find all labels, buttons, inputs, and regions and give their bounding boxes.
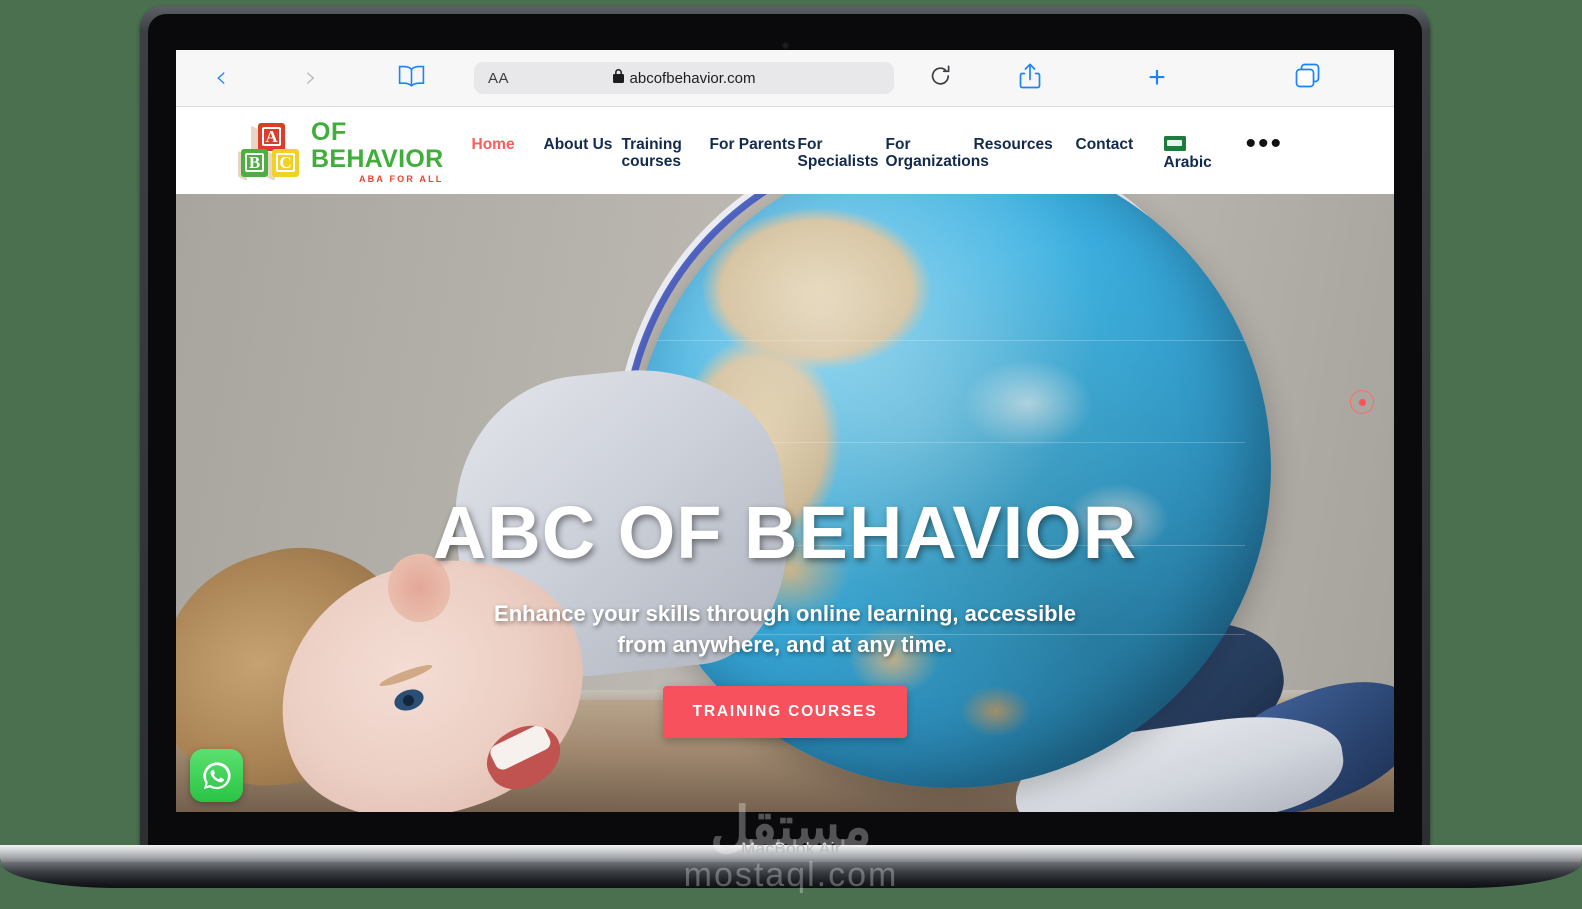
screen: ‹ › AA abcofbehavior.com + A B C OF BEHA… <box>176 50 1394 812</box>
training-courses-button[interactable]: TRAINING COURSES <box>663 686 907 738</box>
tabs-icon[interactable] <box>1232 63 1382 93</box>
forward-button[interactable]: › <box>266 63 356 93</box>
new-tab-button[interactable]: + <box>1082 63 1232 93</box>
logo-tagline: ABA FOR ALL <box>358 173 444 184</box>
url-text: abcofbehavior.com <box>629 69 756 87</box>
nav-item-for-specialists[interactable]: For Specialists <box>798 136 886 171</box>
bookmarks-icon[interactable] <box>356 65 466 92</box>
hero-content: ABC OF BEHAVIOR Enhance your skills thro… <box>176 194 1394 812</box>
language-switcher[interactable]: Arabic <box>1163 135 1246 171</box>
nav-item-about-us[interactable]: About Us <box>544 136 622 153</box>
logo-letter-a: A <box>262 127 281 147</box>
hero-section: ABC OF BEHAVIOR Enhance your skills thro… <box>176 194 1394 812</box>
abc-blocks-icon: A B C <box>238 122 306 181</box>
nav-item-for-organizations[interactable]: For Organizations <box>886 136 989 171</box>
lock-icon <box>612 69 624 87</box>
webcam-icon <box>781 42 789 49</box>
logo-line-behavior: BEHAVIOR <box>311 144 444 173</box>
logo-line-of: OF <box>311 117 347 146</box>
cursor-dot-icon <box>1350 390 1374 414</box>
main-nav: Home About Us Training courses For Paren… <box>450 128 1360 171</box>
url-bar[interactable]: AA abcofbehavior.com <box>474 62 894 94</box>
share-icon[interactable] <box>978 63 1082 94</box>
whatsapp-icon[interactable] <box>190 749 243 802</box>
logo-block-a: A <box>258 122 285 151</box>
logo-block-c: C <box>272 148 299 177</box>
laptop-mockup: ‹ › AA abcofbehavior.com + A B C OF BEHA… <box>0 0 1582 909</box>
nav-item-home[interactable]: Home <box>472 136 544 153</box>
text-size-button[interactable]: AA <box>488 70 509 87</box>
language-label: Arabic <box>1163 153 1212 171</box>
nav-item-for-parents[interactable]: For Parents <box>710 136 798 153</box>
hero-subtitle: Enhance your skills through online learn… <box>494 600 1076 657</box>
macbook-label: MacBook Air <box>741 839 841 858</box>
logo-block-b: B <box>241 148 268 177</box>
logo-wordmark: OF BEHAVIOR ABA FOR ALL <box>311 118 444 184</box>
saudi-arabia-flag-icon <box>1163 135 1186 151</box>
logo-letter-c: C <box>276 153 295 173</box>
nav-item-training-courses[interactable]: Training courses <box>622 136 710 171</box>
hero-title: ABC OF BEHAVIOR <box>432 490 1138 574</box>
site-logo[interactable]: A B C OF BEHAVIOR ABA FOR ALL <box>238 118 444 184</box>
url-text-container: abcofbehavior.com <box>474 69 894 87</box>
reload-button[interactable] <box>902 65 978 92</box>
nav-item-contact[interactable]: Contact <box>1076 136 1164 153</box>
back-button[interactable]: ‹ <box>176 63 266 93</box>
site-header: A B C OF BEHAVIOR ABA FOR ALL Home About… <box>176 107 1394 194</box>
nav-item-resources[interactable]: Resources <box>974 136 1076 153</box>
logo-letter-b: B <box>245 153 264 173</box>
browser-toolbar: ‹ › AA abcofbehavior.com + <box>176 50 1394 107</box>
more-menu-button[interactable]: ••• <box>1246 128 1284 159</box>
